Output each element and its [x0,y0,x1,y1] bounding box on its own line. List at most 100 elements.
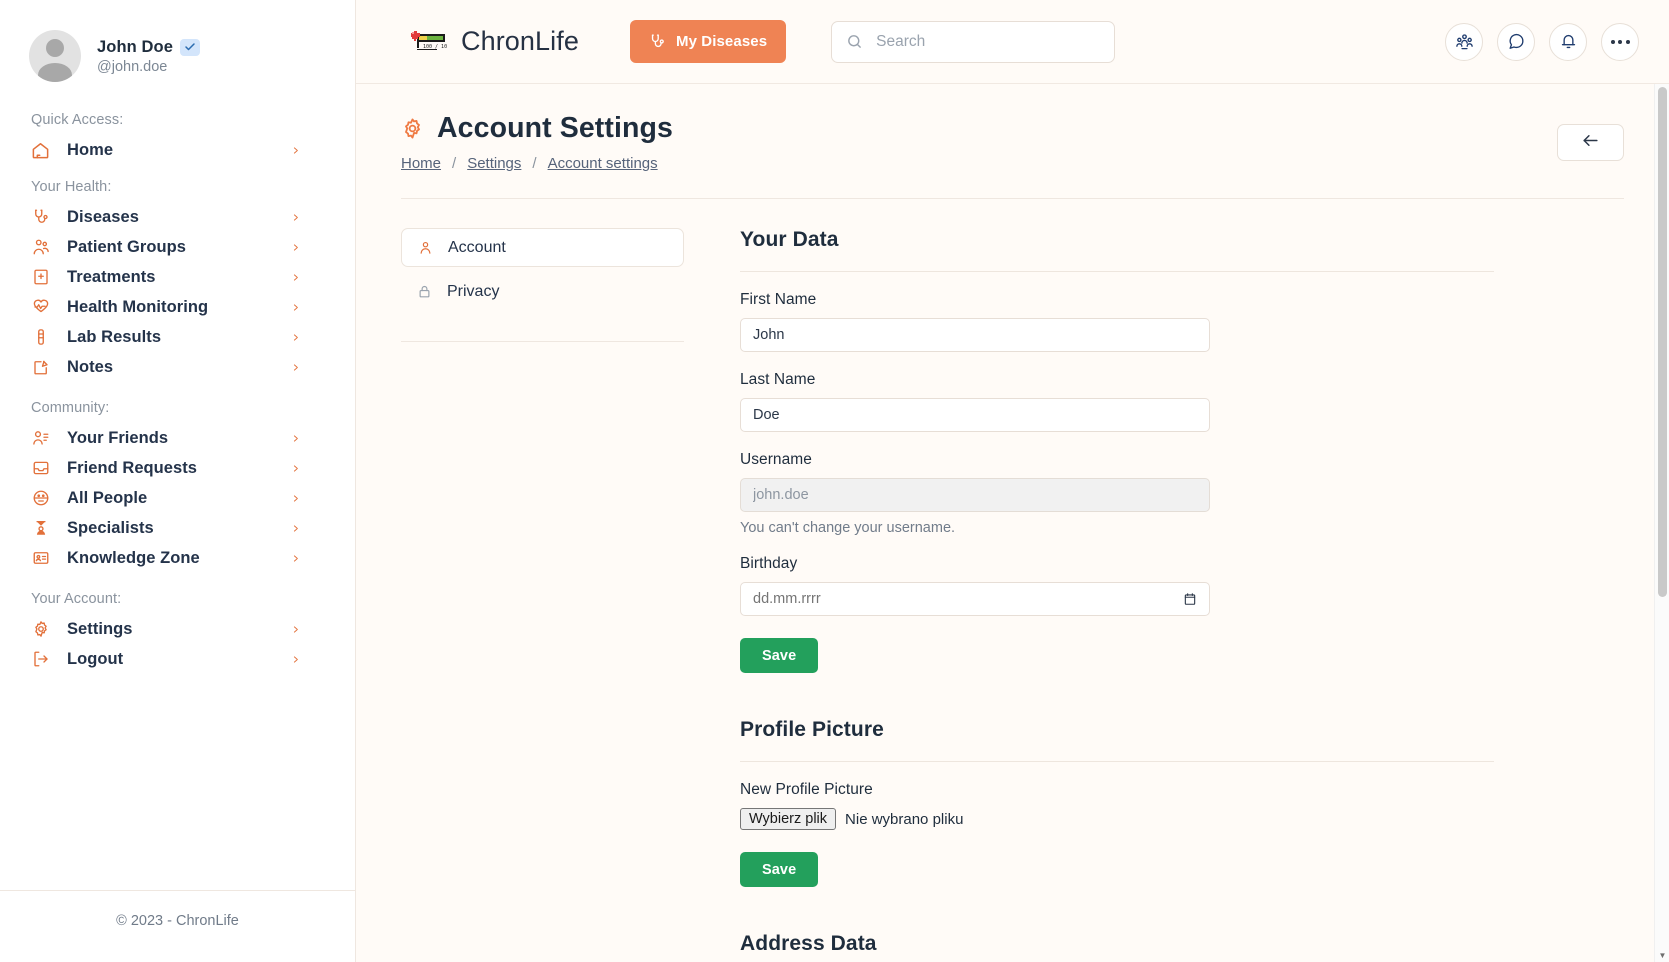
sidebar-item-treatments[interactable]: Treatments [29,262,326,292]
chevron-right-icon [290,550,300,566]
user-list-icon [31,429,50,448]
user-icon [418,240,434,255]
more-dots-icon-button[interactable] [1601,22,1639,61]
file-input-row[interactable]: Wybierz plik Nie wybrano pliku [740,808,1494,830]
sidebar-item-label: Patient Groups [67,237,186,256]
sidebar-user-name: John Doe [97,37,173,56]
sidebar-item-home[interactable]: Home [29,135,326,165]
chevron-right-icon [290,329,300,345]
sidebar-item-diseases[interactable]: Diseases [29,202,326,232]
section-profile-picture: Profile Picture New Profile Picture Wybi… [740,718,1494,887]
heart-pulse-icon [31,298,50,317]
home-icon [31,141,50,160]
page-title-row: Account Settings [401,112,673,145]
my-diseases-label: My Diseases [675,33,768,50]
tab-privacy[interactable]: Privacy [401,272,684,311]
first-name-label: First Name [740,291,817,308]
birthday-label: Birthday [740,555,798,572]
more-dots-icon [1610,39,1630,44]
sidebar-item-label: Health Monitoring [67,297,209,316]
page-title: Account Settings [437,112,673,144]
save-profile-picture-button[interactable]: Save [740,852,819,887]
chevron-right-icon [290,430,300,446]
nav-group-label: Your Account: [31,591,122,607]
sidebar-item-friend-requests[interactable]: Friend Requests [29,453,326,483]
sidebar-footer: © 2023 - ChronLife [0,890,355,962]
breadcrumb-link-account-settings[interactable]: Account settings [548,155,658,172]
chat-bubble-icon [1507,32,1526,51]
sidebar: John Doe @john.doe Quick Access: Home Yo… [0,0,356,962]
sidebar-item-lab-results[interactable]: Lab Results [29,322,326,352]
chat-bubble-icon-button[interactable] [1497,22,1535,61]
tab-account-label: Account [448,238,506,256]
save-your-data-button[interactable]: Save [740,638,819,673]
field-first-name: First Name [740,291,1494,352]
sidebar-item-knowledge-zone[interactable]: Knowledge Zone [29,543,326,573]
sidebar-item-your-friends[interactable]: Your Friends [29,423,326,453]
people-icon-button[interactable] [1445,22,1483,61]
choose-file-button[interactable]: Wybierz plik [740,808,837,830]
birthday-input[interactable] [740,582,1210,616]
username-helper-text: You can't change your username. [740,520,956,536]
chevron-right-icon [290,239,300,255]
vertical-scrollbar[interactable]: ▲ ▼ [1654,84,1669,962]
section-address-data: Address Data [740,932,1494,956]
sidebar-item-label: All People [67,488,148,507]
gear-icon [401,117,424,140]
sidebar-user-profile[interactable]: John Doe @john.doe [0,0,355,82]
section-title-profile-picture: Profile Picture [740,718,884,741]
sidebar-item-label: Diseases [67,207,139,226]
bell-icon-button[interactable] [1549,22,1587,61]
field-new-profile-picture: New Profile Picture Wybierz plik Nie wyb… [740,781,1494,830]
settings-form: Your Data First Name Last Name Username [684,228,1494,956]
breadcrumb-link-settings[interactable]: Settings [467,155,521,172]
last-name-input[interactable] [740,398,1210,432]
nav-group-label: Your Health: [31,179,112,195]
chevron-right-icon [290,299,300,315]
content: Account Settings Home / Settings / Accou… [356,84,1669,962]
search-box[interactable] [831,20,1116,63]
my-diseases-button[interactable]: My Diseases [629,20,787,63]
search-icon [846,33,863,50]
search-input[interactable] [876,32,1101,51]
bell-icon [1559,32,1578,51]
sidebar-item-label: Friend Requests [67,458,198,477]
back-button[interactable] [1557,124,1624,161]
note-edit-icon [31,358,50,377]
tab-account[interactable]: Account [401,228,684,267]
chevron-right-icon [290,359,300,375]
section-rule [740,271,1494,272]
doctor-icon [31,519,50,538]
sidebar-item-all-people[interactable]: All People [29,483,326,513]
username-input [740,478,1210,512]
sidebar-nav: Quick Access: Home Your Health: Diseases… [0,112,355,890]
sidebar-item-health-monitoring[interactable]: Health Monitoring [29,292,326,322]
sidebar-item-settings[interactable]: Settings [29,614,326,644]
page-header: Account Settings Home / Settings / Accou… [401,112,1624,172]
breadcrumb-separator: / [452,155,457,172]
sidebar-item-label: Logout [67,649,124,668]
nav-group-label: Quick Access: [31,112,124,128]
id-card-icon [31,549,50,568]
test-tube-icon [31,328,50,347]
sidebar-item-notes[interactable]: Notes [29,352,326,382]
last-name-label: Last Name [740,371,816,388]
scroll-down-arrow[interactable]: ▼ [1655,948,1669,962]
scrollbar-thumb[interactable] [1658,87,1667,597]
default-avatar-icon [29,30,81,82]
sidebar-item-logout[interactable]: Logout [29,644,326,674]
file-status-text: Nie wybrano pliku [845,810,964,828]
hospital-icon [31,268,50,287]
sidebar-item-label: Treatments [67,267,156,286]
first-name-input[interactable] [740,318,1210,352]
stethoscope-icon [31,208,50,227]
field-last-name: Last Name [740,371,1494,432]
gear-icon [31,620,50,639]
sidebar-item-specialists[interactable]: Specialists [29,513,326,543]
sidebar-item-label: Settings [67,619,133,638]
breadcrumb-link-home[interactable]: Home [401,155,441,172]
chevron-right-icon [290,651,300,667]
sidebar-item-patient-groups[interactable]: Patient Groups [29,232,326,262]
settings-tabs: Account Privacy [401,228,684,956]
brand[interactable]: 100 / 100 ChronLife [409,26,579,57]
